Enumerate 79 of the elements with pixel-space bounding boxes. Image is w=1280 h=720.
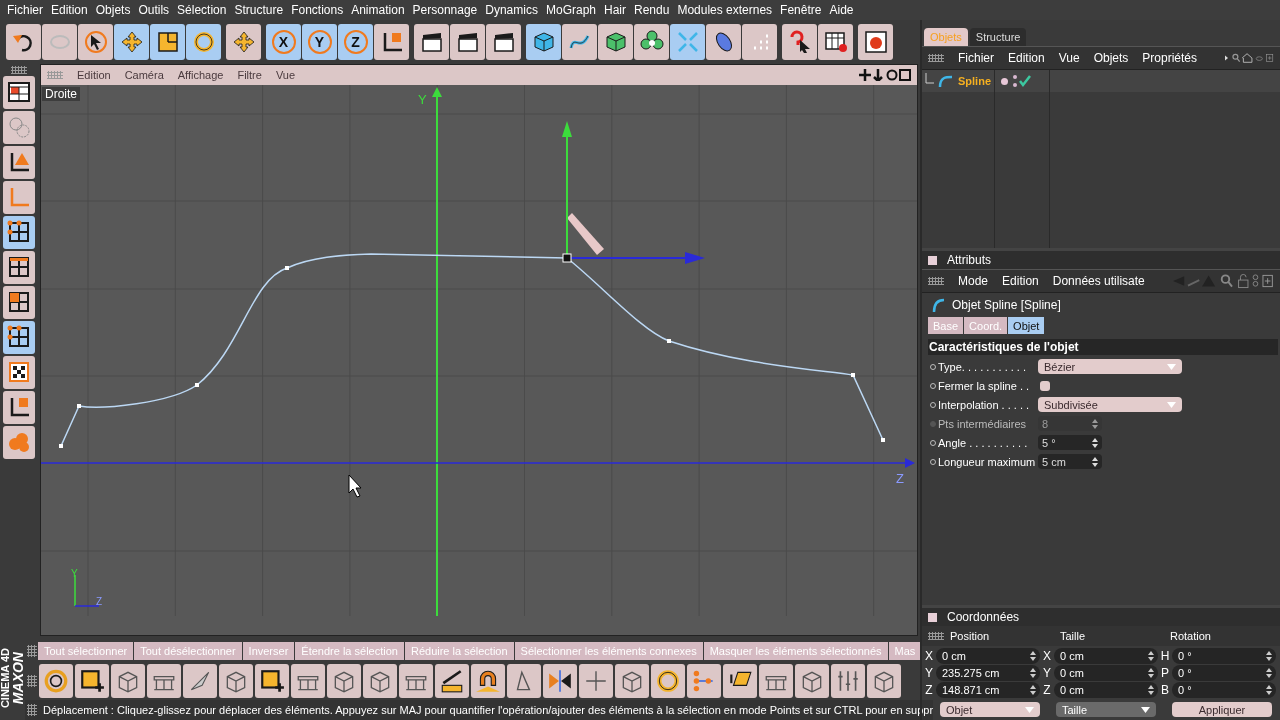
coordinate-field[interactable]: 0 cm <box>1054 648 1158 664</box>
axis-label: Z <box>896 470 904 486</box>
menu-item[interactable]: MoGraph <box>544 3 603 17</box>
viewport-menu-item[interactable]: Caméra <box>124 68 164 81</box>
menu-item[interactable]: Objets <box>94 3 138 17</box>
viewport-menu-item[interactable]: Edition <box>77 68 111 81</box>
toolbar-button[interactable]: X <box>266 23 301 60</box>
panel-tab[interactable]: Structure <box>969 28 1027 46</box>
menu-item[interactable]: Données utilisate <box>1052 274 1145 288</box>
column-header: Position <box>950 630 991 642</box>
axis-label: B <box>1160 683 1170 697</box>
menu-item[interactable]: Sélection <box>176 3 234 17</box>
number-field[interactable]: 5 ° <box>1038 435 1102 450</box>
panel-title: Attributs <box>947 253 991 267</box>
menu-item[interactable]: Propriétés <box>1142 51 1197 65</box>
menu-item[interactable]: Structure <box>233 3 291 17</box>
menu-item[interactable]: Modules externes <box>676 3 780 17</box>
panel-title: Coordonnées <box>947 610 1020 624</box>
axis-label: Y <box>418 91 427 107</box>
coordinate-button[interactable]: Taille <box>1056 702 1156 717</box>
menu-item[interactable]: Edition <box>1008 51 1045 65</box>
menu-item[interactable]: Aide <box>828 3 861 17</box>
menu-item[interactable]: Fichier <box>6 3 50 17</box>
axis-label: Z <box>96 595 103 607</box>
dropdown[interactable]: Bézier <box>1038 359 1182 374</box>
coordinate-field[interactable]: 0 ° <box>1172 665 1276 681</box>
field-label: Longueur maximum <box>938 455 1036 468</box>
axis-label: Z <box>1042 683 1052 697</box>
field-label: Angle . . . . . . . . . . <box>938 436 1029 449</box>
menu-item[interactable]: Objets <box>1093 51 1129 65</box>
axis-label: Y <box>1042 666 1052 680</box>
object-title: Objet Spline [Spline] <box>952 298 1061 312</box>
column-header: Rotation <box>1170 630 1212 642</box>
coordinate-field[interactable]: 0 ° <box>1172 682 1276 698</box>
axis-label: X <box>1042 649 1052 663</box>
toolbar-button[interactable]: Y <box>302 23 337 60</box>
column-header: Taille <box>1060 630 1087 642</box>
viewport-menu-item[interactable]: Affichage <box>177 68 224 81</box>
menu-item[interactable]: Outils <box>137 3 177 17</box>
axis-label: Y <box>71 567 78 579</box>
coordinate-button[interactable]: Objet <box>940 702 1040 717</box>
axis-label: Z <box>924 683 934 697</box>
logo-text: MAXON <box>11 651 25 705</box>
field-label: Pts intermédiaires <box>938 417 1028 430</box>
coordinate-field[interactable]: 0 cm <box>1054 665 1158 681</box>
menu-item[interactable]: Fichier <box>958 51 994 65</box>
coordinate-button[interactable]: Appliquer <box>1172 702 1272 717</box>
coordinate-field[interactable]: 148.871 cm <box>936 682 1040 698</box>
menu-item[interactable]: Hair <box>603 3 633 17</box>
axis-label: X <box>924 649 934 663</box>
viewport-menu-item[interactable]: Vue <box>275 68 296 81</box>
axis-label: P <box>1160 666 1170 680</box>
menu-item[interactable]: Rendu <box>633 3 677 17</box>
axis-label: H <box>1160 649 1170 663</box>
number-field[interactable]: 5 cm <box>1038 454 1102 469</box>
view-label: Droite <box>42 86 80 101</box>
coordinate-field[interactable]: 0 cm <box>1054 682 1158 698</box>
attribute-tab[interactable]: Objet <box>1008 317 1045 334</box>
dropdown[interactable]: Subdivisée <box>1038 397 1182 412</box>
field-label: Interpolation . . . . . <box>938 398 1031 411</box>
menu-item[interactable]: Personnage <box>411 3 485 17</box>
menu-item[interactable]: Dynamics <box>484 3 545 17</box>
coordinate-field[interactable]: 235.275 cm <box>936 665 1040 681</box>
coordinate-field[interactable]: 0 ° <box>1172 648 1276 664</box>
menu-item[interactable]: Animation <box>350 3 412 17</box>
menu-item[interactable]: Fenêtre <box>779 3 829 17</box>
coordinate-field[interactable]: 0 cm <box>936 648 1040 664</box>
menu-item[interactable]: Mode <box>958 274 989 288</box>
field-label: Type. . . . . . . . . . . <box>938 360 1028 373</box>
field-label: Fermer la spline . . <box>938 379 1031 392</box>
menu-item[interactable]: Fonctions <box>290 3 351 17</box>
section-header: Caractéristiques de l'objet <box>928 339 1278 355</box>
menu-item[interactable]: Vue <box>1058 51 1080 65</box>
menu-item[interactable]: Edition <box>50 3 95 17</box>
axis-label: Y <box>924 666 934 680</box>
toolbar-button[interactable]: Z <box>338 23 373 60</box>
viewport-menu-item[interactable]: Filtre <box>237 68 262 81</box>
object-name[interactable]: Spline <box>958 75 991 87</box>
menu-item[interactable]: Edition <box>1002 274 1039 288</box>
